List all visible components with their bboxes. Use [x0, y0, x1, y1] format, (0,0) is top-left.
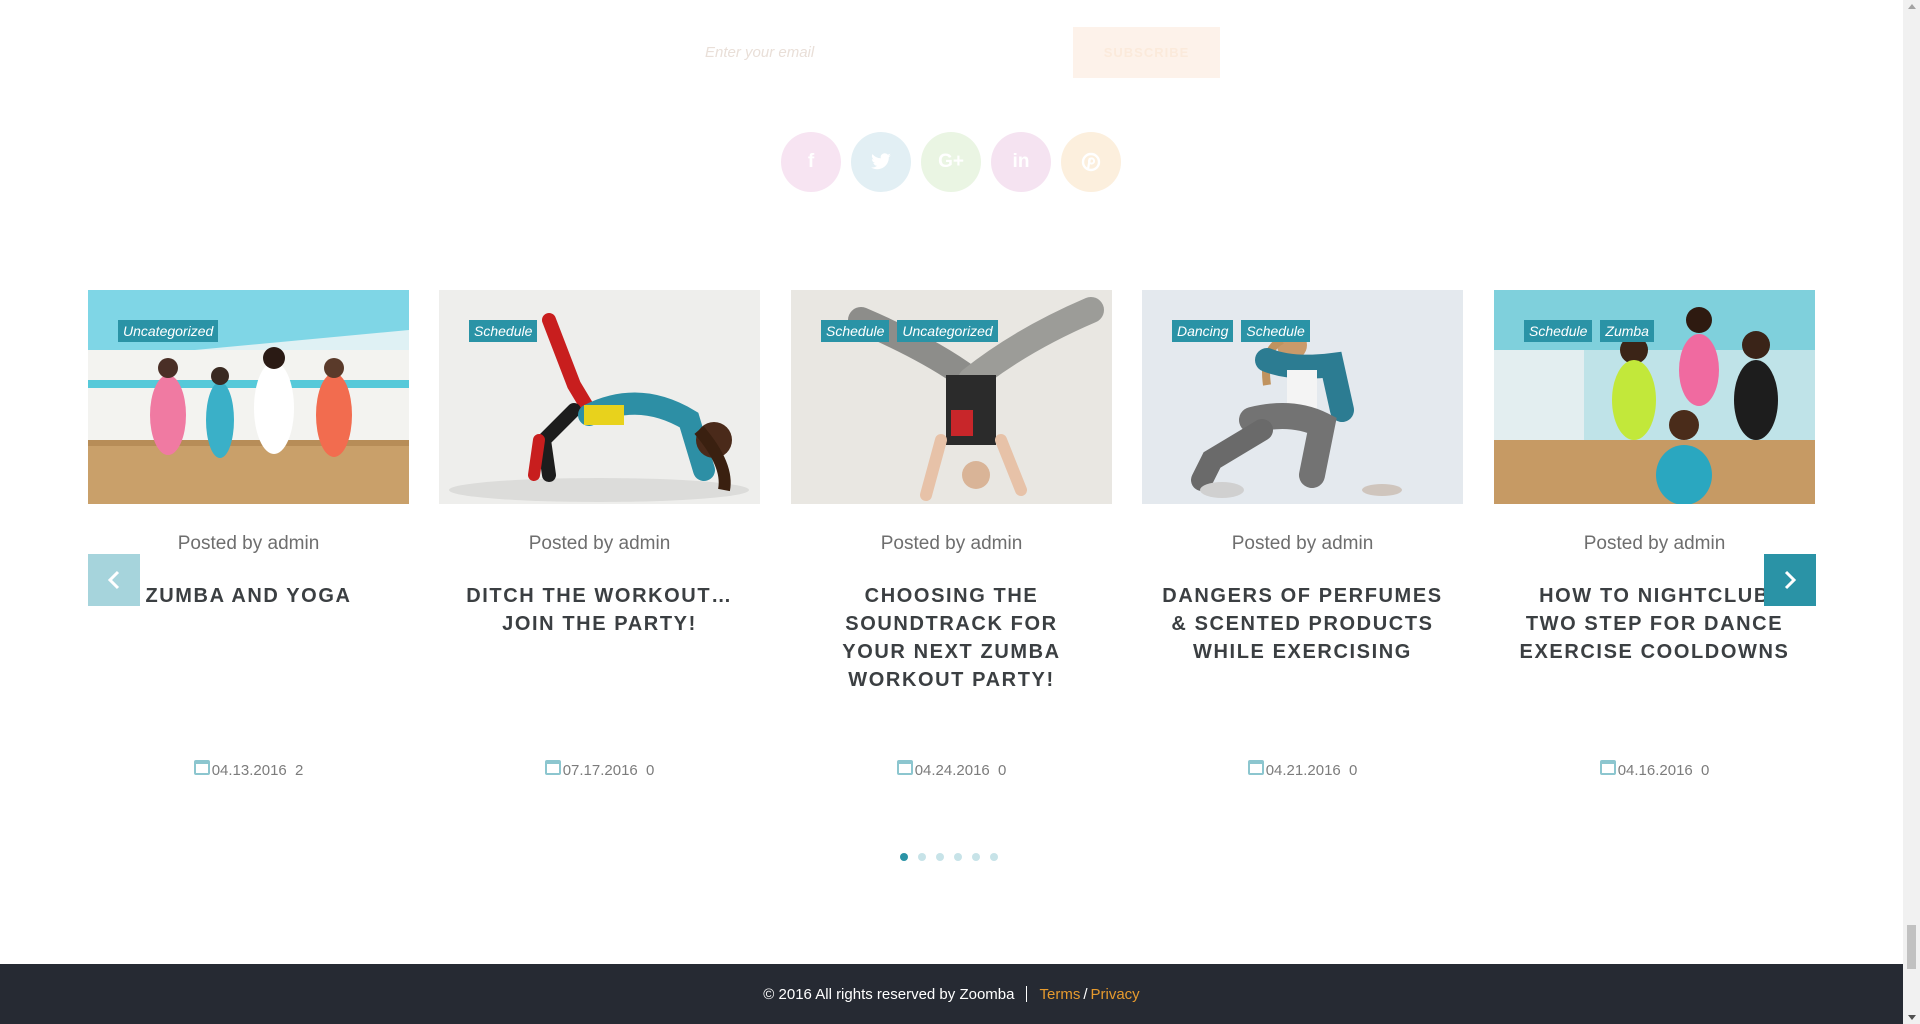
page-scrollbar[interactable] — [1903, 0, 1920, 1024]
post-meta: 04.21.2016 0 — [1142, 760, 1463, 779]
post-date: 07.17.2016 — [562, 762, 638, 779]
google-plus-icon[interactable]: G+ — [921, 132, 981, 192]
post-categories: Schedule Uncategorized — [821, 320, 998, 342]
post-author: Posted by admin — [177, 533, 320, 554]
comment-count: 0 — [1348, 762, 1358, 779]
chevron-right-icon — [1784, 570, 1797, 590]
post-title[interactable]: DITCH THE WORKOUT… JOIN THE PARTY! — [459, 582, 740, 638]
footer-divider — [1026, 986, 1028, 1002]
comment-count: 0 — [997, 762, 1007, 779]
subscribe-button[interactable]: SUBSCRIBE — [1073, 27, 1220, 78]
post-categories: Schedule — [469, 320, 538, 342]
category-tag[interactable]: Uncategorized — [897, 320, 998, 342]
post-date: 04.21.2016 — [1265, 762, 1341, 779]
slider-dot[interactable] — [972, 853, 980, 861]
post-categories: Dancing Schedule — [1172, 320, 1310, 342]
post-image[interactable]: Schedule Uncategorized — [791, 290, 1112, 504]
post-card[interactable]: Schedule Zumba Posted by admin HOW TO NI… — [1494, 290, 1815, 810]
post-meta: 04.24.2016 0 — [791, 760, 1112, 779]
slider-next-button[interactable] — [1764, 554, 1816, 606]
category-tag[interactable]: Schedule — [469, 320, 538, 342]
post-image[interactable]: Schedule Zumba — [1494, 290, 1815, 504]
slider-dot[interactable] — [918, 853, 926, 861]
post-card[interactable]: Schedule Uncategorized Posted by admin C… — [791, 290, 1112, 810]
scroll-up-icon[interactable] — [1908, 4, 1916, 9]
comment-count: 0 — [645, 762, 655, 779]
post-card[interactable]: Dancing Schedule Posted by admin DANGERS… — [1142, 290, 1463, 810]
chevron-left-icon — [107, 570, 120, 590]
slider-dot[interactable] — [954, 853, 962, 861]
post-title[interactable]: DANGERS OF PERFUMES & SCENTED PRODUCTS W… — [1162, 582, 1443, 666]
calendar-icon — [896, 760, 913, 775]
calendar-icon — [544, 760, 561, 775]
comment-count: 0 — [1700, 762, 1710, 779]
post-title[interactable]: HOW TO NIGHTCLUB TWO STEP FOR DANCE EXER… — [1514, 582, 1795, 666]
post-author: Posted by admin — [528, 533, 671, 554]
footer: © 2016 All rights reserved by Zoomba Ter… — [0, 964, 1903, 1024]
comment-count: 2 — [294, 762, 304, 779]
post-title[interactable]: ZUMBA AND YOGA — [108, 582, 389, 610]
twitter-icon[interactable] — [851, 132, 911, 192]
category-tag[interactable]: Schedule — [1241, 320, 1310, 342]
post-meta: 04.13.2016 2 — [88, 760, 409, 779]
post-card[interactable]: Schedule Posted by admin DITCH THE WORKO… — [439, 290, 760, 810]
category-tag[interactable]: Schedule — [821, 320, 890, 342]
scroll-down-icon[interactable] — [1908, 1015, 1916, 1020]
slider-dot[interactable] — [936, 853, 944, 861]
category-tag[interactable]: Schedule — [1524, 320, 1593, 342]
calendar-icon — [1247, 760, 1264, 775]
slider-pagination — [900, 853, 998, 861]
email-input[interactable] — [692, 27, 1066, 78]
facebook-icon[interactable]: f — [781, 132, 841, 192]
pinterest-icon[interactable] — [1061, 132, 1121, 192]
post-image[interactable]: Dancing Schedule — [1142, 290, 1463, 504]
post-date: 04.24.2016 — [914, 762, 990, 779]
category-tag[interactable]: Uncategorized — [118, 320, 219, 342]
page: SUBSCRIBE f G+ in — [0, 0, 1903, 1024]
post-author: Posted by admin — [880, 533, 1023, 554]
post-title[interactable]: CHOOSING THE SOUNDTRACK FOR YOUR NEXT ZU… — [811, 582, 1092, 694]
footer-slash: / — [1083, 985, 1088, 1003]
post-categories: Schedule Zumba — [1524, 320, 1654, 342]
post-author: Posted by admin — [1583, 533, 1726, 554]
calendar-icon — [1599, 760, 1616, 775]
post-image[interactable]: Uncategorized — [88, 290, 409, 504]
privacy-link[interactable]: Privacy — [1091, 986, 1140, 1003]
post-date: 04.16.2016 — [1617, 762, 1693, 779]
category-tag[interactable]: Zumba — [1600, 320, 1654, 342]
slider-prev-button[interactable] — [88, 554, 140, 606]
linkedin-icon[interactable]: in — [991, 132, 1051, 192]
post-categories: Uncategorized — [118, 320, 219, 342]
post-meta: 07.17.2016 0 — [439, 760, 760, 779]
slider-dot[interactable] — [900, 853, 908, 861]
post-author: Posted by admin — [1231, 533, 1374, 554]
post-date: 04.13.2016 — [211, 762, 287, 779]
slider-dot[interactable] — [990, 853, 998, 861]
scrollbar-thumb[interactable] — [1907, 925, 1916, 969]
post-meta: 04.16.2016 0 — [1494, 760, 1815, 779]
terms-link[interactable]: Terms — [1039, 986, 1080, 1003]
calendar-icon — [193, 760, 210, 775]
post-image[interactable]: Schedule — [439, 290, 760, 504]
category-tag[interactable]: Dancing — [1172, 320, 1234, 342]
copyright-text: © 2016 All rights reserved by Zoomba — [763, 985, 1015, 1003]
post-card[interactable]: Uncategorized Posted by admin ZUMBA AND … — [88, 290, 409, 810]
